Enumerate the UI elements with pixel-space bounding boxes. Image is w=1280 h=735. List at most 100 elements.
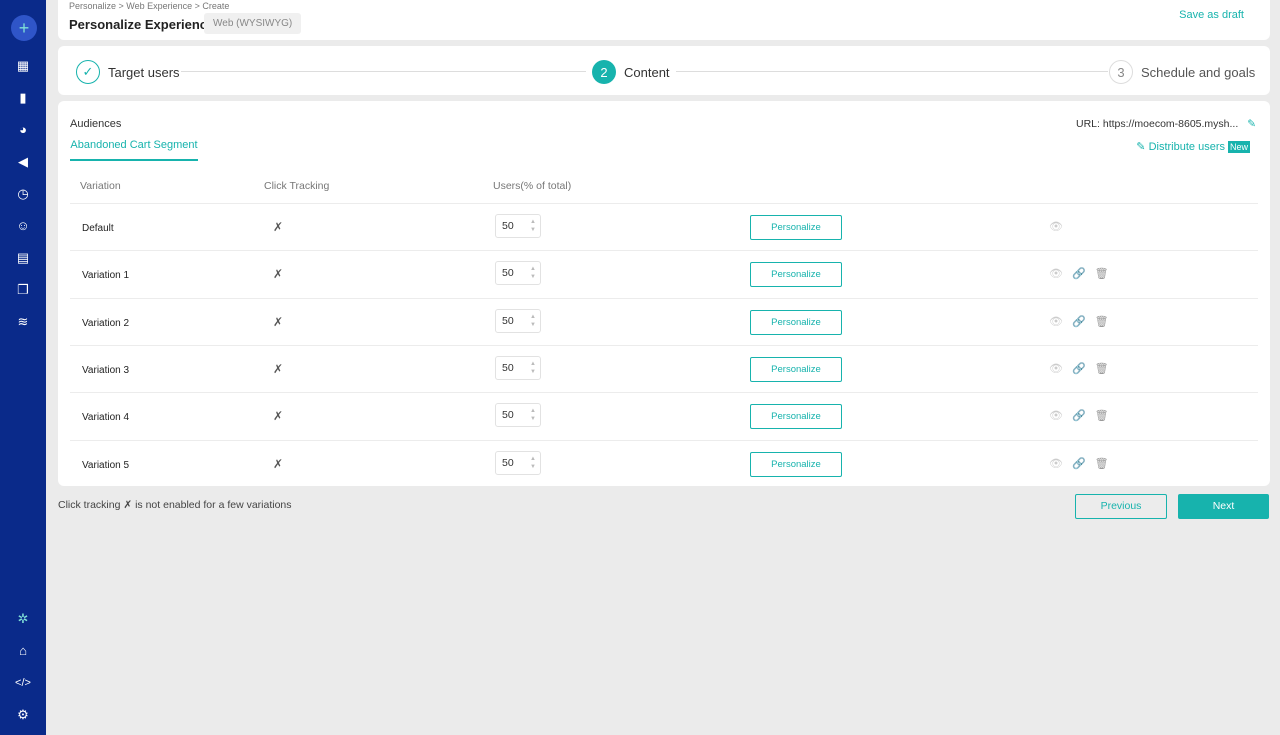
users-percent-input[interactable]: 50▲▼ [495, 403, 541, 427]
delete-icon[interactable]: 🗑 [1095, 267, 1109, 280]
variation-name: Variation 5 [82, 460, 129, 471]
step-number: 3 [1109, 60, 1133, 84]
settings-icon[interactable]: ⚙ [13, 705, 33, 725]
users-percent-input[interactable]: 50 ▲▼ [495, 451, 541, 475]
column-variation: Variation [80, 180, 121, 192]
users-value: 50 [502, 267, 514, 279]
integrations-icon[interactable]: ✲ [13, 609, 33, 629]
step-schedule[interactable]: 3 Schedule and goals [1109, 60, 1255, 84]
breadcrumb[interactable]: Personalize > Web Experience > Create [69, 1, 229, 12]
page-title: Personalize Experience [69, 17, 214, 32]
row-actions: 👁 🔗 🗑 [1049, 267, 1109, 280]
personalize-button[interactable]: Personalize [750, 357, 842, 382]
audiences-label: Audiences [70, 118, 121, 130]
variation-name: Variation 2 [82, 318, 129, 329]
link-icon[interactable]: 🔗 [1072, 362, 1086, 375]
step-content[interactable]: 2 Content [592, 60, 670, 84]
variation-name: Default [82, 223, 114, 234]
personalize-button[interactable]: Personalize [750, 215, 842, 240]
users-icon[interactable]: ☺ [13, 216, 33, 236]
link-icon[interactable]: 🔗 [1072, 457, 1086, 470]
link-icon[interactable]: 🔗 [1072, 409, 1086, 422]
click-tracking-off-icon[interactable]: ✗ [273, 362, 283, 376]
click-tracking-off-icon[interactable]: ✗ [273, 457, 283, 471]
step-target-users[interactable]: ✓ Target users [76, 60, 180, 84]
preview-icon[interactable]: 👁 [1049, 267, 1063, 280]
stepper-arrows-icon[interactable]: ▲▼ [530, 265, 536, 281]
edit-url-icon[interactable]: ✎ [1247, 118, 1256, 130]
delete-icon[interactable]: 🗑 [1095, 409, 1109, 422]
code-icon[interactable]: </> [13, 673, 33, 693]
step-label: Schedule and goals [1141, 65, 1255, 80]
click-tracking-off-icon[interactable]: ✗ [273, 220, 283, 234]
personalize-button[interactable]: Personalize [750, 310, 842, 335]
link-icon[interactable]: 🔗 [1072, 267, 1086, 280]
preview-icon[interactable]: 👁 [1049, 220, 1063, 233]
users-percent-input[interactable]: 50 ▲▼ [495, 309, 541, 333]
url-display: URL: https://moecom-8605.mysh... ✎ [1076, 118, 1256, 130]
row-actions: 👁 [1049, 220, 1063, 233]
step-label: Target users [108, 65, 180, 80]
step-label: Content [624, 65, 670, 80]
variation-name: Variation 4 [82, 412, 129, 423]
save-draft-button[interactable]: Save as draft [1179, 9, 1244, 21]
next-button[interactable]: Next [1178, 494, 1269, 519]
personalize-button[interactable]: Personalize [750, 262, 842, 287]
preview-icon[interactable]: 👁 [1049, 315, 1063, 328]
personalize-button[interactable]: Personalize [750, 404, 842, 429]
step-divider [181, 71, 586, 72]
analytics-icon[interactable]: ▮ [13, 88, 33, 108]
users-value: 50 [502, 457, 514, 469]
delete-icon[interactable]: 🗑 [1095, 457, 1109, 470]
row-actions: 👁 🔗 🗑 [1049, 409, 1109, 422]
preview-icon[interactable]: 👁 [1049, 409, 1063, 422]
users-percent-input[interactable]: 50▲▼ [495, 214, 541, 238]
link-icon[interactable]: 🔗 [1072, 315, 1086, 328]
delete-icon[interactable]: 🗑 [1095, 362, 1109, 375]
tab-abandoned-cart-segment[interactable]: Abandoned Cart Segment [70, 139, 198, 161]
channel-badge: Web (WYSIWYG) [204, 13, 301, 34]
stepper-arrows-icon[interactable]: ▲▼ [530, 218, 536, 234]
users-percent-input[interactable]: 50 ▲▼ [495, 356, 541, 380]
click-tracking-off-icon[interactable]: ✗ [273, 409, 283, 423]
distribute-label: Distribute users [1149, 141, 1225, 153]
new-badge: New [1228, 141, 1250, 153]
personalize-icon[interactable]: ❐ [13, 280, 33, 300]
users-percent-input[interactable]: 50 ▲▼ [495, 261, 541, 285]
row-actions: 👁 🔗 🗑 [1049, 315, 1109, 328]
table-row: Default ✗ 50▲▼ Personalize 👁 [70, 203, 1258, 250]
stepper-arrows-icon[interactable]: ▲▼ [530, 455, 536, 471]
academy-icon[interactable]: ⌂ [13, 641, 33, 661]
click-tracking-off-icon[interactable]: ✗ [273, 267, 283, 281]
dashboard-icon[interactable]: ▦ [13, 56, 33, 76]
create-icon[interactable]: + [11, 15, 37, 41]
column-click-tracking: Click Tracking [264, 180, 329, 192]
step-divider [676, 71, 1108, 72]
table-row: Variation 5 ✗ 50 ▲▼ Personalize 👁 🔗 🗑 [70, 440, 1258, 487]
users-value: 50 [502, 315, 514, 327]
preview-icon[interactable]: 👁 [1049, 362, 1063, 375]
column-users: Users(% of total) [493, 180, 571, 192]
personalize-button[interactable]: Personalize [750, 452, 842, 477]
flows-icon[interactable]: ◷ [13, 184, 33, 204]
note-text: Click tracking [58, 499, 120, 511]
table-row: Variation 1 ✗ 50 ▲▼ Personalize 👁 🔗 🗑 [70, 250, 1258, 297]
page-header: Personalize > Web Experience > Create Pe… [58, 0, 1270, 40]
segments-icon[interactable]: ◕ [13, 120, 33, 140]
preview-icon[interactable]: 👁 [1049, 457, 1063, 470]
step-number: 2 [592, 60, 616, 84]
row-actions: 👁 🔗 🗑 [1049, 362, 1109, 375]
distribute-users-button[interactable]: ✎ Distribute usersNew [1136, 140, 1250, 153]
delete-icon[interactable]: 🗑 [1095, 315, 1109, 328]
campaigns-icon[interactable]: ◀ [13, 152, 33, 172]
content-icon[interactable]: ▤ [13, 248, 33, 268]
stepper-arrows-icon[interactable]: ▲▼ [530, 407, 536, 423]
click-tracking-note: Click tracking ✗ is not enabled for a fe… [58, 499, 292, 511]
stepper-arrows-icon[interactable]: ▲▼ [530, 313, 536, 329]
click-tracking-off-icon[interactable]: ✗ [273, 315, 283, 329]
previous-button[interactable]: Previous [1075, 494, 1167, 519]
stepper-arrows-icon[interactable]: ▲▼ [530, 360, 536, 376]
variation-name: Variation 1 [82, 270, 129, 281]
users-value: 50 [502, 362, 514, 374]
data-icon[interactable]: ≋ [13, 312, 33, 332]
